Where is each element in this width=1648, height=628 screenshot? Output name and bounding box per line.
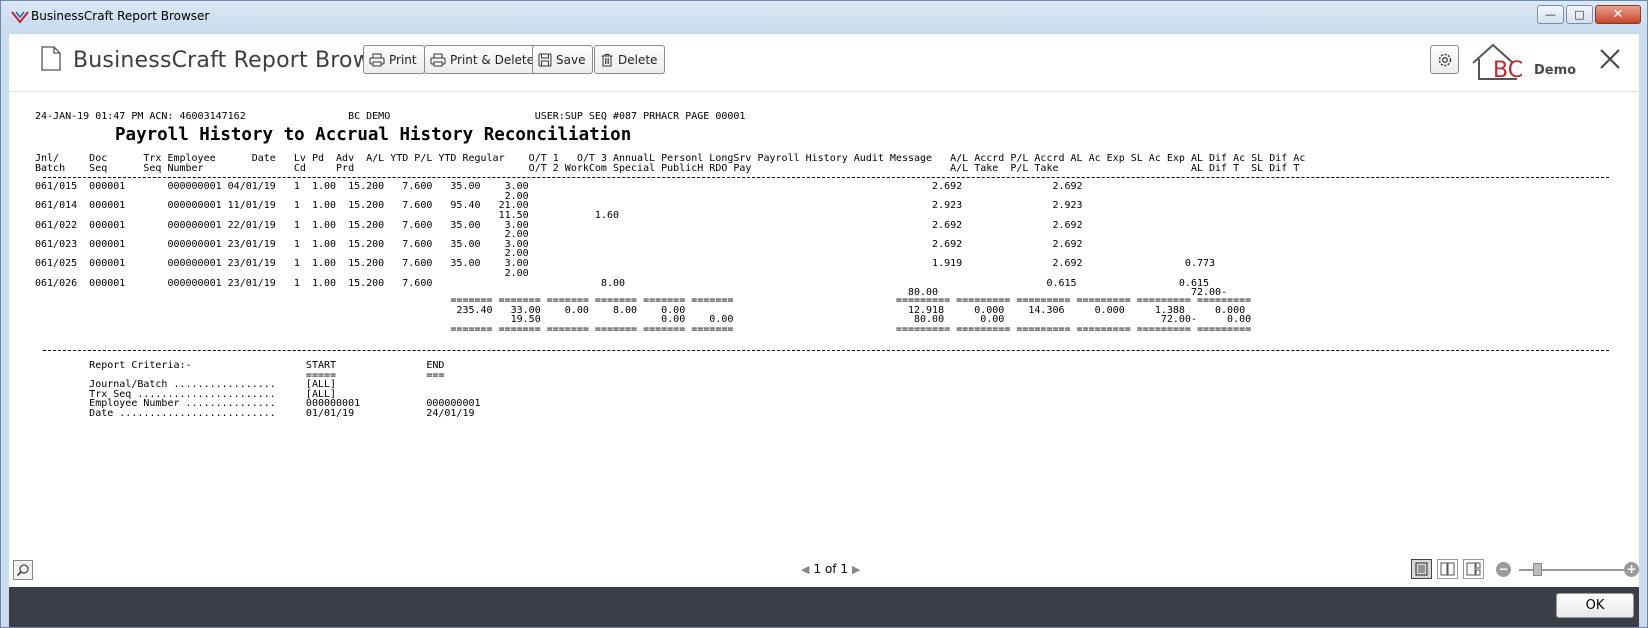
save-button[interactable]: Save <box>532 45 594 74</box>
minimize-icon: — <box>1545 8 1556 21</box>
single-page-icon <box>1415 562 1428 576</box>
header-separator <box>43 177 1609 178</box>
delete-button[interactable]: Delete <box>594 45 666 74</box>
gear-icon <box>1438 53 1451 66</box>
report-header-line: 24-JAN-19 01:47 PM ACN: 46003147162 BC D… <box>35 111 746 122</box>
settings-button[interactable] <box>1430 45 1459 74</box>
toolbar: BusinessCraft Report Browser Print Print… <box>9 34 1639 92</box>
client-area: BusinessCraft Report Browser Print Print… <box>9 34 1639 587</box>
two-page-view-button[interactable] <box>1437 559 1458 579</box>
zoom-in-icon[interactable]: + <box>1624 562 1639 577</box>
dialog-footer: OK <box>9 587 1639 627</box>
print-delete-label: Print & Delete <box>450 52 535 67</box>
totals-row: ======= ======= ======= ======= ======= … <box>35 323 1252 335</box>
print-button[interactable]: Print <box>363 45 425 74</box>
print-label: Print <box>389 52 417 67</box>
save-label: Save <box>556 52 586 67</box>
app-title: BusinessCraft Report Browser <box>73 48 406 73</box>
trash-icon <box>601 53 613 66</box>
document-icon <box>41 46 61 71</box>
logo-text: BC <box>1493 58 1523 81</box>
demo-label: Demo <box>1534 63 1577 78</box>
maximize-button[interactable]: □ <box>1566 5 1593 24</box>
page-of-label: of <box>824 562 837 576</box>
magnifier-icon <box>16 564 29 577</box>
save-icon <box>538 53 552 66</box>
report-title: Payroll History to Accrual History Recon… <box>115 125 632 145</box>
two-page-icon <box>1440 562 1455 576</box>
current-page: 1 <box>813 562 822 576</box>
multi-page-icon <box>1466 562 1481 576</box>
report-page: 24-JAN-19 01:47 PM ACN: 46003147162 BC D… <box>35 112 1615 582</box>
print-and-delete-button[interactable]: Print & Delete <box>424 45 543 74</box>
close-icon: ✕ <box>1612 7 1624 22</box>
delete-label: Delete <box>618 52 658 67</box>
criteria-row: Date .......................... 01/01/19… <box>35 408 475 419</box>
column-header-row-2: Batch Seq Seq Number Cd Prd O/T 2 WorkCo… <box>35 163 1300 174</box>
window-title: BusinessCraft Report Browser <box>31 9 210 23</box>
businesscraft-logo: BC <box>1472 43 1523 81</box>
previous-page-icon[interactable]: ◀ <box>801 563 809 576</box>
zoom-out-icon[interactable]: − <box>1496 562 1511 577</box>
page-navigator: ◀ 1 of 1 ▶ <box>797 562 864 576</box>
multi-page-view-button[interactable] <box>1463 559 1484 579</box>
minimize-button[interactable]: — <box>1537 5 1564 24</box>
printer-icon <box>430 53 446 66</box>
total-pages: 1 <box>840 562 848 576</box>
close-viewer-icon[interactable] <box>1599 48 1621 70</box>
maximize-icon: □ <box>1574 8 1585 21</box>
window-controls: — □ ✕ <box>1535 5 1641 24</box>
next-page-icon[interactable]: ▶ <box>852 563 860 576</box>
single-page-view-button[interactable] <box>1411 559 1432 579</box>
zoom-slider-thumb[interactable] <box>1533 563 1542 576</box>
app-logo-icon <box>11 11 29 24</box>
find-button[interactable] <box>13 560 33 580</box>
window-titlebar[interactable]: BusinessCraft Report Browser — □ ✕ <box>1 1 1647 34</box>
window-close-button[interactable]: ✕ <box>1595 5 1641 24</box>
ok-button[interactable]: OK <box>1556 593 1634 618</box>
report-browser-window: BusinessCraft Report Browser — □ ✕ Busin… <box>0 0 1648 628</box>
criteria-separator <box>43 350 1609 351</box>
printer-icon <box>369 53 385 66</box>
